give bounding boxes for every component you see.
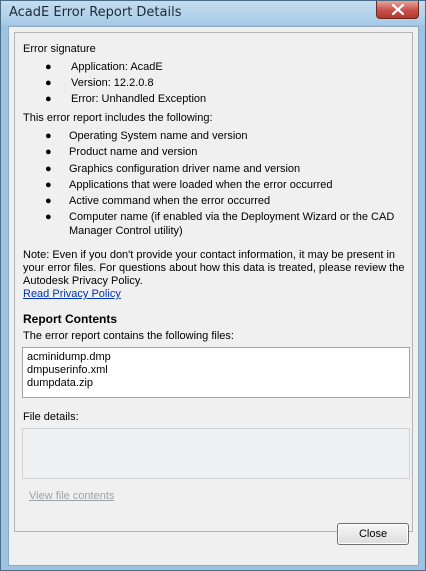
- privacy-note-text: Note: Even if you don't provide your con…: [23, 249, 405, 287]
- includes-item: Active command when the error occurred: [69, 195, 271, 207]
- bullet-icon: ●: [45, 179, 52, 191]
- bullet-icon: ●: [45, 163, 52, 175]
- file-list-item[interactable]: acminidump.dmp: [27, 351, 405, 364]
- file-list[interactable]: acminidump.dmp dmpuserinfo.xml dumpdata.…: [22, 347, 410, 398]
- signature-application: Application: AcadE: [71, 61, 163, 73]
- signature-heading: Error signature: [23, 43, 96, 55]
- bullet-icon: ●: [45, 211, 52, 223]
- file-details-box: [22, 428, 410, 479]
- view-file-contents-link[interactable]: View file contents: [29, 489, 114, 503]
- report-contents-heading: Report Contents: [23, 312, 117, 326]
- dialog-window: AcadE Error Report Details Error signatu…: [0, 0, 426, 571]
- window-title: AcadE Error Report Details: [9, 5, 182, 20]
- bullet-icon: ●: [45, 77, 52, 89]
- content-panel: Error signature ● Application: AcadE ● V…: [14, 32, 413, 532]
- file-list-item[interactable]: dumpdata.zip: [27, 377, 405, 390]
- file-list-item[interactable]: dmpuserinfo.xml: [27, 364, 405, 377]
- bullet-icon: ●: [45, 146, 52, 158]
- title-bar[interactable]: AcadE Error Report Details: [1, 1, 425, 25]
- includes-heading: This error report includes the following…: [23, 112, 213, 124]
- privacy-note: Note: Even if you don't provide your con…: [23, 249, 411, 301]
- bullet-icon: ●: [45, 93, 52, 105]
- includes-item: Product name and version: [69, 146, 198, 158]
- bullet-icon: ●: [45, 130, 52, 142]
- includes-item: Applications that were loaded when the e…: [69, 179, 333, 191]
- bullet-icon: ●: [45, 61, 52, 73]
- read-privacy-policy-link[interactable]: Read Privacy Policy: [23, 288, 121, 300]
- close-button[interactable]: Close: [337, 523, 409, 545]
- bullet-icon: ●: [45, 195, 52, 207]
- includes-item: Graphics configuration driver name and v…: [69, 163, 301, 175]
- includes-item: Operating System name and version: [69, 130, 248, 142]
- signature-version: Version: 12.2.0.8: [71, 77, 154, 89]
- file-details-label: File details:: [23, 411, 79, 423]
- includes-item-continued: Manager Control utility): [69, 225, 183, 237]
- signature-error: Error: Unhandled Exception: [71, 93, 207, 105]
- dialog-client-area: Error signature ● Application: AcadE ● V…: [8, 26, 419, 566]
- close-icon: [392, 4, 404, 15]
- window-close-button[interactable]: [376, 1, 419, 19]
- includes-item: Computer name (if enabled via the Deploy…: [69, 211, 395, 223]
- files-label: The error report contains the following …: [23, 330, 234, 342]
